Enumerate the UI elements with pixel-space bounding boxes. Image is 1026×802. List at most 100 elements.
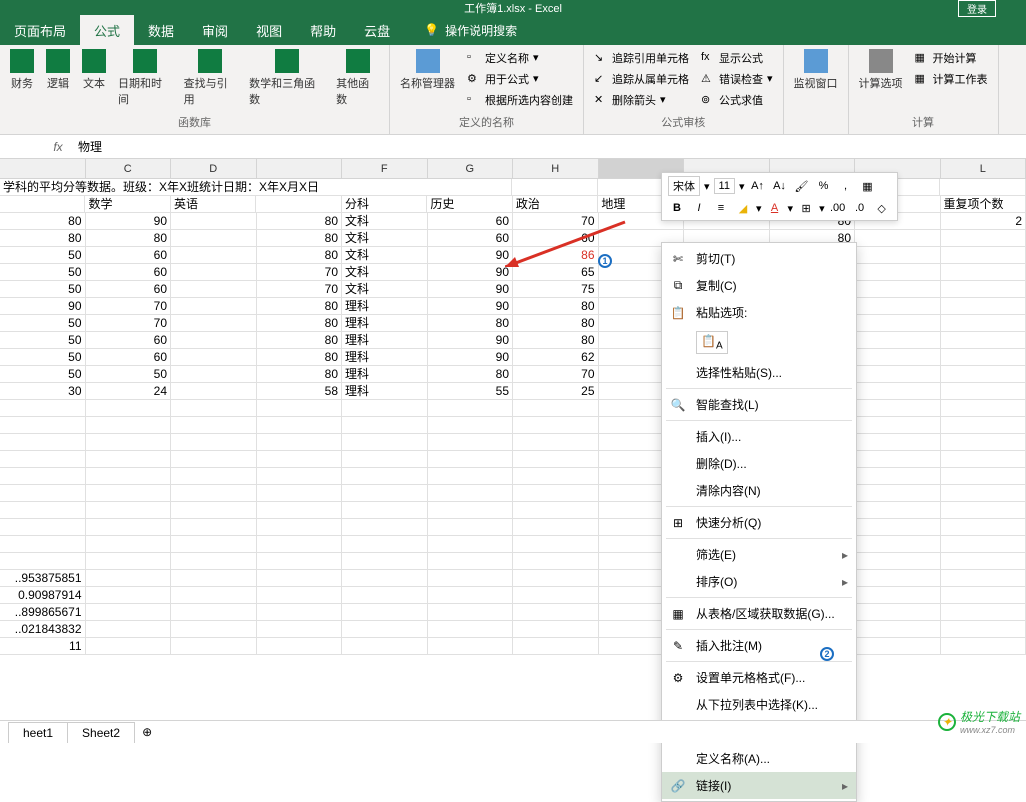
menu-item[interactable]: 排序(O)▸: [662, 568, 856, 595]
cell[interactable]: [428, 570, 514, 587]
menu-item[interactable]: 删除(D)...: [662, 450, 856, 477]
cell[interactable]: [0, 485, 86, 502]
use-in-formula-button[interactable]: ⚙用于公式 ▾: [467, 70, 539, 87]
cell[interactable]: [342, 638, 428, 655]
cell[interactable]: [342, 519, 428, 536]
cell[interactable]: [0, 451, 86, 468]
cell[interactable]: [171, 213, 257, 230]
cell[interactable]: [855, 332, 941, 349]
cell[interactable]: [171, 400, 257, 417]
cell[interactable]: [428, 502, 514, 519]
cell[interactable]: [171, 451, 257, 468]
cell[interactable]: [86, 434, 172, 451]
col-header[interactable]: [0, 159, 86, 178]
cell[interactable]: [512, 179, 598, 196]
create-from-sel-button[interactable]: ▫根据所选内容创建: [467, 91, 573, 108]
cell[interactable]: 80: [428, 315, 514, 332]
sheet-tab[interactable]: Sheet2: [67, 722, 135, 743]
cell[interactable]: [941, 281, 1026, 298]
cell[interactable]: [257, 485, 343, 502]
cell[interactable]: 理科: [342, 383, 428, 400]
cell[interactable]: [86, 604, 172, 621]
cell[interactable]: [428, 468, 514, 485]
cell[interactable]: [171, 604, 257, 621]
menu-item[interactable]: ⧉复制(C): [662, 272, 856, 299]
cell[interactable]: 50: [86, 366, 172, 383]
watch-window-button[interactable]: 监视窗口: [788, 47, 844, 93]
trace-precedents-button[interactable]: ↘追踪引用单元格: [594, 49, 689, 66]
col-header[interactable]: F: [342, 159, 428, 178]
cell[interactable]: [855, 230, 941, 247]
menu-item[interactable]: ▦从表格/区域获取数据(G)...: [662, 600, 856, 627]
cell[interactable]: [941, 400, 1026, 417]
menu-item[interactable]: 🔗链接(I)▸: [662, 772, 856, 799]
cell[interactable]: 50: [0, 247, 86, 264]
cell[interactable]: [428, 451, 514, 468]
cell[interactable]: [855, 519, 941, 536]
cell[interactable]: 80: [513, 298, 599, 315]
cell[interactable]: 80: [86, 230, 172, 247]
cell[interactable]: [0, 417, 86, 434]
cell[interactable]: [855, 281, 941, 298]
finance-button[interactable]: 财务: [4, 47, 40, 93]
cell[interactable]: [171, 587, 257, 604]
text-button[interactable]: 文本: [76, 47, 112, 93]
cell[interactable]: 70: [257, 264, 343, 281]
cell[interactable]: [0, 553, 86, 570]
cell[interactable]: 70: [86, 298, 172, 315]
cell[interactable]: [941, 536, 1026, 553]
cell[interactable]: [855, 468, 941, 485]
font-select[interactable]: 宋体: [668, 176, 700, 196]
cell[interactable]: 80: [513, 315, 599, 332]
cell[interactable]: [428, 485, 514, 502]
cell[interactable]: [342, 536, 428, 553]
cell[interactable]: [941, 621, 1026, 638]
cell[interactable]: [171, 570, 257, 587]
cell[interactable]: [855, 298, 941, 315]
col-header[interactable]: G: [428, 159, 514, 178]
cell[interactable]: [342, 417, 428, 434]
menu-item[interactable]: ✄剪切(T): [662, 245, 856, 272]
cell[interactable]: [513, 451, 599, 468]
fx-icon[interactable]: fx: [46, 140, 70, 154]
cell[interactable]: 理科: [342, 349, 428, 366]
cell[interactable]: 70: [513, 213, 599, 230]
cell[interactable]: [0, 434, 86, 451]
error-check-button[interactable]: ⚠错误检查 ▾: [701, 70, 773, 87]
define-name-button[interactable]: ▫定义名称 ▾: [467, 49, 539, 66]
cell[interactable]: [428, 638, 514, 655]
cell[interactable]: [86, 638, 172, 655]
cell[interactable]: ..953875851: [0, 570, 86, 587]
menu-item[interactable]: 筛选(E)▸: [662, 541, 856, 568]
cell[interactable]: 60: [428, 230, 514, 247]
cell[interactable]: [513, 553, 599, 570]
cell[interactable]: 2: [941, 213, 1026, 230]
cell[interactable]: 80: [257, 349, 343, 366]
cell[interactable]: 70: [86, 315, 172, 332]
cell[interactable]: [941, 417, 1026, 434]
cell[interactable]: [171, 468, 257, 485]
menu-item[interactable]: ⚙设置单元格格式(F)...: [662, 664, 856, 691]
cell[interactable]: [855, 383, 941, 400]
cell[interactable]: 30: [0, 383, 86, 400]
cell[interactable]: [86, 536, 172, 553]
cell[interactable]: 80: [428, 366, 514, 383]
cell[interactable]: [257, 519, 343, 536]
cell[interactable]: [855, 247, 941, 264]
cell[interactable]: [171, 247, 257, 264]
remove-arrows-button[interactable]: ✕删除箭头 ▾: [594, 91, 666, 108]
cell[interactable]: [513, 417, 599, 434]
cell[interactable]: 50: [0, 315, 86, 332]
cell[interactable]: [941, 366, 1026, 383]
cell[interactable]: [171, 281, 257, 298]
cell[interactable]: [342, 451, 428, 468]
cell[interactable]: [855, 502, 941, 519]
cell[interactable]: 英语: [171, 196, 256, 213]
cell[interactable]: [513, 638, 599, 655]
cell[interactable]: [171, 332, 257, 349]
cell[interactable]: 50: [0, 366, 86, 383]
cell[interactable]: [342, 553, 428, 570]
cell[interactable]: [513, 604, 599, 621]
cell[interactable]: [171, 638, 257, 655]
cell[interactable]: 文科: [342, 281, 428, 298]
